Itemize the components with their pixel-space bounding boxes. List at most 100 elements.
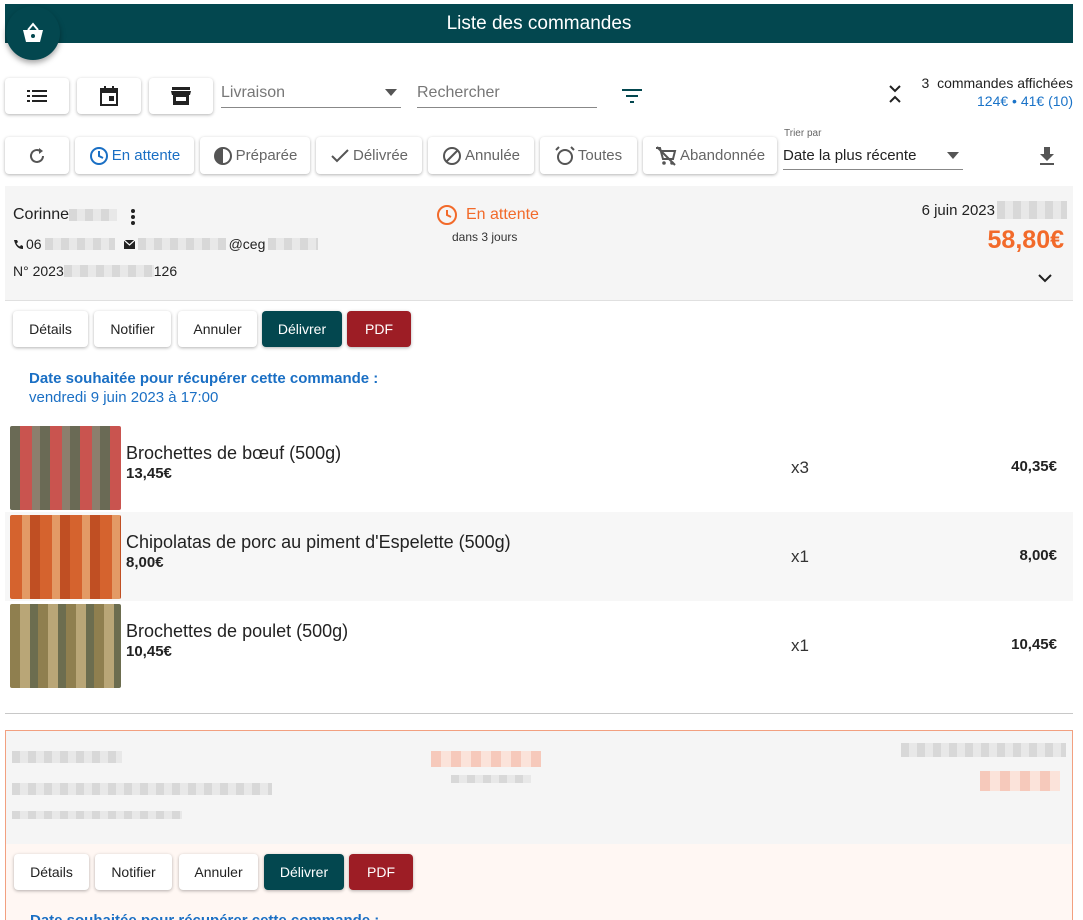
clock-icon <box>89 146 108 165</box>
redacted <box>980 771 1060 791</box>
filter-cancelled-label: Annulée <box>464 147 521 164</box>
redacted <box>44 238 115 250</box>
more-options-button[interactable] <box>130 208 136 231</box>
customer-name: Corinne <box>13 206 70 223</box>
product-image <box>10 426 121 510</box>
refresh-icon <box>30 147 44 163</box>
alarm-icon <box>555 145 575 165</box>
order-header[interactable]: Corinne 06 @ceg N° 2023 126 En attente d… <box>5 186 1073 301</box>
redacted <box>451 775 531 783</box>
filter-abandoned[interactable]: Abandonnée <box>643 137 777 174</box>
deliver-button[interactable]: Délivrer <box>264 854 344 890</box>
pdf-button[interactable]: PDF <box>349 854 413 890</box>
order-total: 58,80€ <box>987 226 1064 254</box>
cancel-circle-icon <box>442 146 461 165</box>
item-name: Brochettes de bœuf (500g) <box>126 443 342 463</box>
redacted <box>12 811 182 819</box>
order-date: 6 juin 2023 <box>922 201 1067 219</box>
chevron-down-icon <box>1038 274 1052 283</box>
cart-off-icon <box>655 145 677 166</box>
deliver-button[interactable]: Délivrer <box>262 311 342 347</box>
item-total: 8,00€ <box>1019 547 1057 564</box>
sort-value: Date la plus récente <box>783 147 917 164</box>
phone-prefix: 06 <box>26 236 42 252</box>
item-total: 40,35€ <box>1011 458 1057 475</box>
filter-pending[interactable]: En attente <box>75 137 194 174</box>
status-label: En attente <box>466 206 539 223</box>
sort-label: Trier par <box>784 128 822 139</box>
redacted <box>431 751 541 767</box>
order-date-text: 6 juin 2023 <box>921 201 995 219</box>
customer-name-row: Corinne <box>13 206 118 224</box>
item-total: 10,45€ <box>1011 636 1057 653</box>
delivery-placeholder: Livraison <box>221 83 286 101</box>
product-image <box>10 604 121 688</box>
details-button[interactable]: Détails <box>14 854 89 890</box>
page-title: Liste des commandes <box>446 12 632 34</box>
item-unit-price: 10,45€ <box>126 643 172 660</box>
pickup-value: vendredi 9 juin 2023 à 17:00 <box>29 389 219 406</box>
notify-button[interactable]: Notifier <box>95 854 172 890</box>
filter-button[interactable] <box>622 89 642 108</box>
item-name: Brochettes de poulet (500g) <box>126 621 349 641</box>
pdf-button[interactable]: PDF <box>347 311 411 347</box>
details-button[interactable]: Détails <box>13 311 88 347</box>
filter-delivered-label: Délivrée <box>352 147 409 164</box>
filter-all[interactable]: Toutes <box>540 137 637 174</box>
app-bar: Liste des commandes <box>5 4 1073 43</box>
order-card: Détails Notifier Annuler Délivrer PDF Da… <box>5 730 1073 920</box>
status-badge: En attente <box>436 204 539 226</box>
item-name: Chipolatas de porc au piment d'Espelette… <box>126 532 511 552</box>
sort-select[interactable]: Date la plus récente <box>783 142 963 170</box>
filter-pending-label: En attente <box>111 147 181 164</box>
filter-cancelled[interactable]: Annulée <box>428 137 534 174</box>
expand-button[interactable] <box>1038 270 1052 288</box>
calendar-view-button[interactable] <box>77 78 141 114</box>
contact-row: 06 @ceg <box>13 236 319 252</box>
store-view-button[interactable] <box>149 78 213 114</box>
order-number-prefix: N° 2023 <box>13 263 64 279</box>
counter-amounts: 124€ • 41€ (10) <box>977 93 1073 109</box>
collapse-all-button[interactable] <box>888 85 902 108</box>
item-qty: x1 <box>791 547 809 566</box>
product-image <box>10 515 121 599</box>
basket-button[interactable] <box>6 6 60 60</box>
cancel-order-button[interactable]: Annuler <box>178 311 257 347</box>
refresh-button[interactable] <box>5 137 69 174</box>
filter-prepared[interactable]: Préparée <box>200 137 310 174</box>
calendar-icon <box>100 86 118 106</box>
notify-button[interactable]: Notifier <box>94 311 171 347</box>
collapse-icon <box>889 85 901 103</box>
chevron-down-icon <box>385 89 397 96</box>
redacted <box>901 743 1066 757</box>
redacted <box>69 208 118 221</box>
order-number-suffix: 126 <box>153 263 178 279</box>
download-icon <box>1040 147 1054 165</box>
email-fragment: @ceg <box>228 236 266 252</box>
list-icon <box>27 90 47 102</box>
redacted <box>268 238 319 250</box>
list-item: Brochettes de bœuf (500g) 13,45€ x3 40,3… <box>5 423 1073 512</box>
search-placeholder: Rechercher <box>417 83 500 101</box>
store-icon <box>171 87 191 105</box>
item-qty: x3 <box>791 458 809 477</box>
list-view-button[interactable] <box>5 78 69 114</box>
divider <box>5 713 1073 714</box>
filter-prepared-label: Préparée <box>235 147 298 164</box>
delivery-select[interactable]: Livraison <box>221 78 401 108</box>
search-input[interactable]: Rechercher <box>417 78 597 108</box>
clock-icon <box>437 205 457 225</box>
cancel-order-button[interactable]: Annuler <box>179 854 258 890</box>
filter-delivered[interactable]: Délivrée <box>316 137 422 174</box>
order-header[interactable] <box>6 731 1072 844</box>
status-sub: dans 3 jours <box>452 230 518 244</box>
redacted <box>137 238 226 250</box>
half-circle-icon <box>213 146 232 165</box>
item-unit-price: 13,45€ <box>126 465 172 482</box>
email-icon <box>123 239 135 249</box>
download-button[interactable] <box>1039 147 1055 170</box>
filter-all-label: Toutes <box>577 147 623 164</box>
chevron-down-icon <box>947 152 959 159</box>
filter-abandoned-label: Abandonnée <box>679 147 766 164</box>
check-icon <box>331 148 349 162</box>
